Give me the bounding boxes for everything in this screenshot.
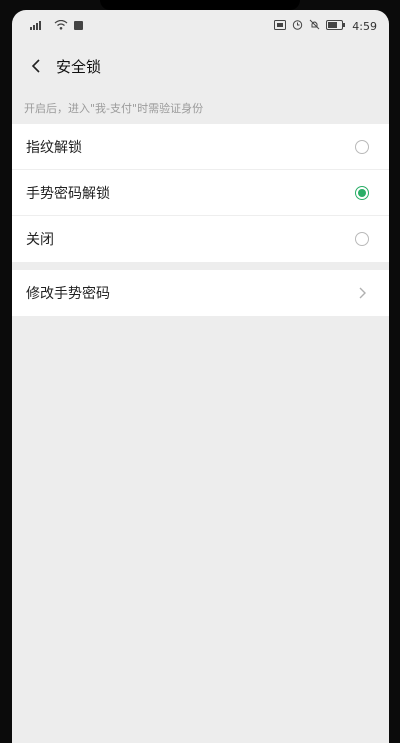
option-label: 指纹解锁 bbox=[26, 139, 82, 156]
radio-icon[interactable] bbox=[355, 139, 369, 154]
status-left bbox=[30, 19, 83, 33]
clock: 4:59 bbox=[352, 19, 377, 33]
change-gesture-row[interactable]: 修改手势密码 bbox=[12, 270, 389, 316]
status-bar: 4:59 bbox=[12, 10, 389, 42]
chevron-right-icon bbox=[355, 286, 369, 300]
battery-icon bbox=[326, 19, 346, 33]
nav-bar: 安全锁 bbox=[12, 42, 389, 90]
alarm-icon bbox=[292, 19, 303, 33]
phone-frame: 4:59 安全锁 开启后，进入"我-支付"时需验证身份 指纹解锁 手势密码解锁 bbox=[0, 0, 400, 743]
status-right: 4:59 bbox=[274, 19, 377, 33]
back-button[interactable] bbox=[22, 52, 50, 80]
lock-options: 指纹解锁 手势密码解锁 关闭 bbox=[12, 124, 389, 262]
page-title: 安全锁 bbox=[56, 57, 102, 76]
mute-icon bbox=[309, 19, 320, 33]
option-gesture[interactable]: 手势密码解锁 bbox=[12, 170, 389, 216]
cell-signal-icon bbox=[30, 20, 48, 33]
camera-notch bbox=[100, 0, 300, 10]
chevron-left-icon bbox=[31, 59, 40, 73]
notification-icon bbox=[74, 20, 83, 33]
wifi-icon bbox=[54, 19, 68, 33]
option-label: 手势密码解锁 bbox=[26, 185, 110, 202]
change-gesture-label: 修改手势密码 bbox=[26, 286, 110, 302]
radio-selected-icon[interactable] bbox=[355, 185, 369, 200]
nfc-icon bbox=[274, 19, 287, 33]
option-off[interactable]: 关闭 bbox=[12, 216, 389, 262]
option-fingerprint[interactable]: 指纹解锁 bbox=[12, 124, 389, 170]
section-divider bbox=[12, 262, 389, 270]
radio-icon[interactable] bbox=[355, 232, 369, 246]
screen: 4:59 安全锁 开启后，进入"我-支付"时需验证身份 指纹解锁 手势密码解锁 bbox=[12, 10, 389, 743]
hint-text: 开启后，进入"我-支付"时需验证身份 bbox=[24, 102, 204, 115]
option-label: 关闭 bbox=[26, 232, 54, 248]
change-gesture-group: 修改手势密码 bbox=[12, 270, 389, 316]
